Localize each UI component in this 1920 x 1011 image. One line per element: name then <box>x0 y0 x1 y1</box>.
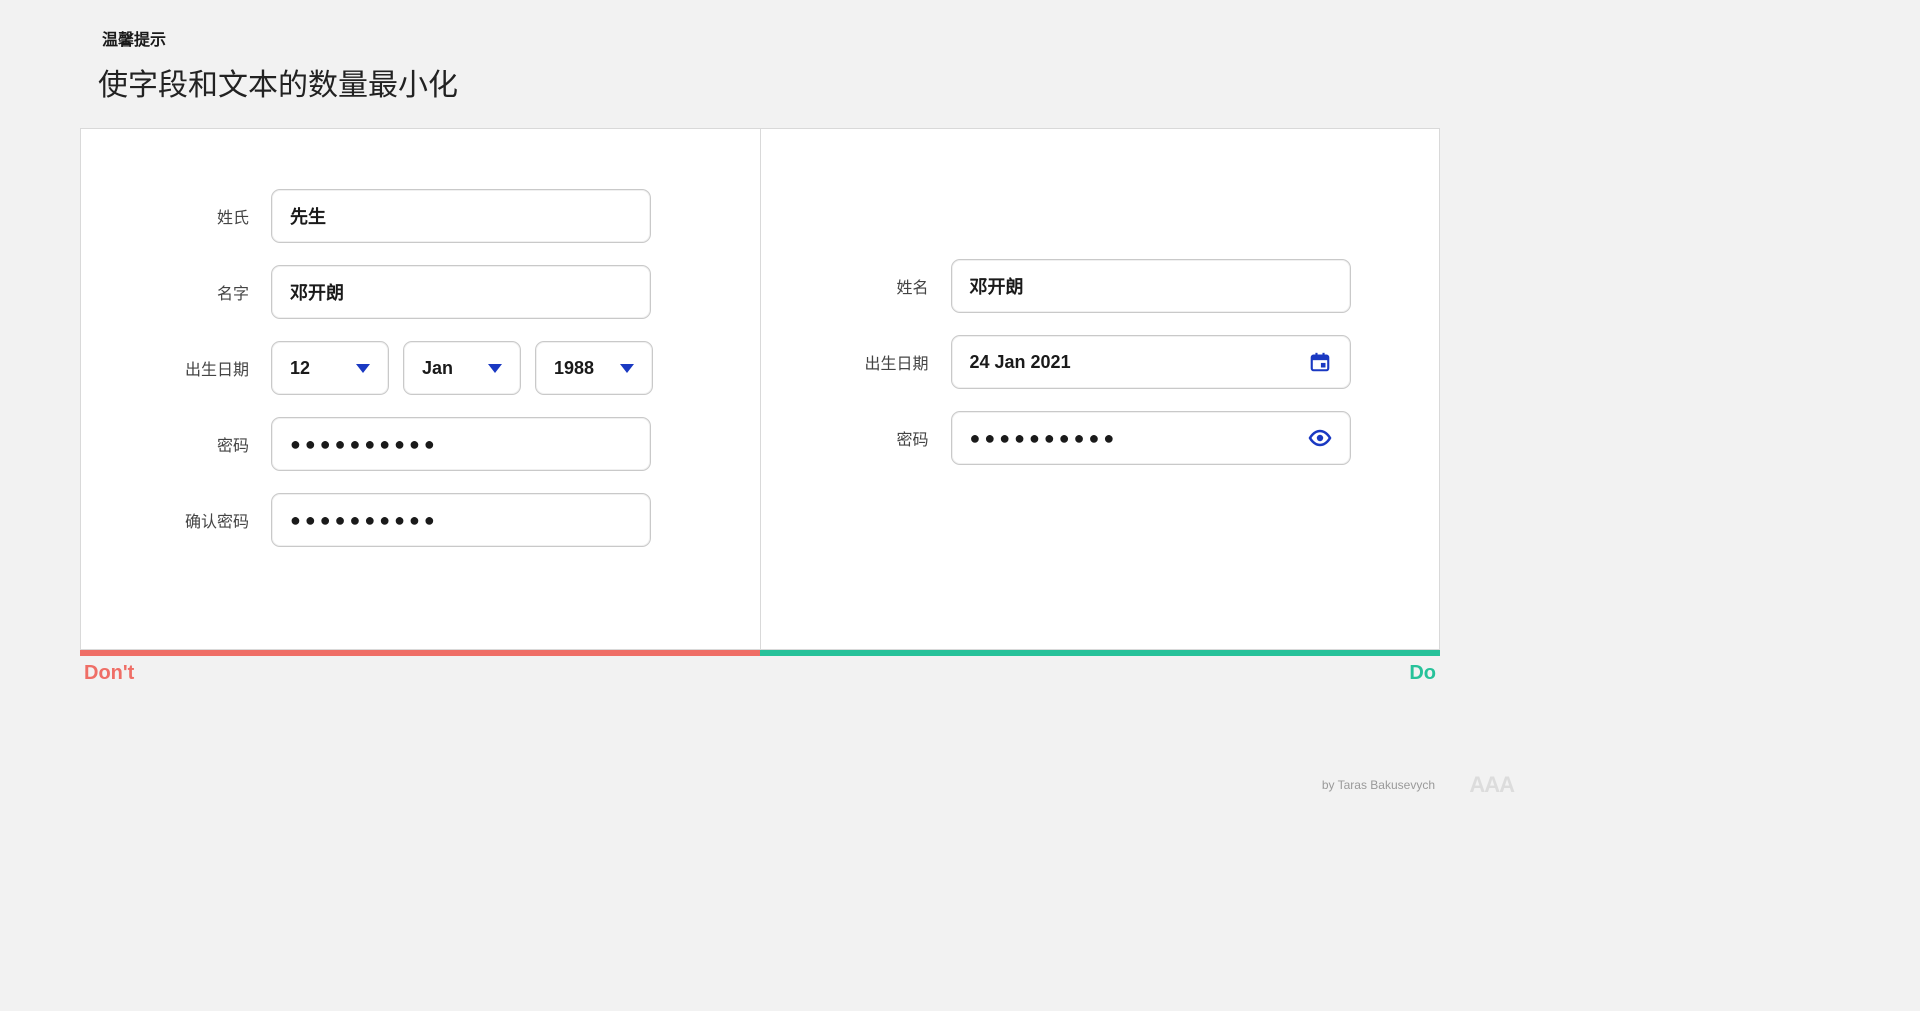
chevron-down-icon <box>620 364 634 373</box>
confirm-password-value: ●●●●●●●●●● <box>290 511 439 529</box>
password-label: 密码 <box>801 426 951 450</box>
chevron-down-icon <box>488 364 502 373</box>
watermark: AAA <box>1469 772 1514 798</box>
do-bar <box>760 650 1440 656</box>
dob-label: 出生日期 <box>121 356 271 380</box>
calendar-icon[interactable] <box>1308 350 1332 374</box>
pretitle: 温馨提示 <box>102 26 1440 50</box>
dob-month-value: Jan <box>422 358 453 379</box>
name-value: 邓开朗 <box>970 273 1024 299</box>
confirm-password-label: 确认密码 <box>121 508 271 532</box>
name-label: 姓名 <box>801 274 951 298</box>
dob-day-value: 12 <box>290 358 310 379</box>
eye-icon[interactable] <box>1308 426 1332 450</box>
dob-value: 24 Jan 2021 <box>970 352 1071 373</box>
password-input[interactable]: ●●●●●●●●●● <box>951 411 1351 465</box>
dob-year-select[interactable]: 1988 <box>535 341 653 395</box>
dont-bar <box>80 650 760 656</box>
password-input[interactable]: ●●●●●●●●●● <box>271 417 651 471</box>
page-title: 使字段和文本的数量最小化 <box>98 60 1440 104</box>
dob-month-select[interactable]: Jan <box>403 341 521 395</box>
chevron-down-icon <box>356 364 370 373</box>
password-value: ●●●●●●●●●● <box>970 429 1119 447</box>
firstname-input[interactable]: 邓开朗 <box>271 265 651 319</box>
dob-year-value: 1988 <box>554 358 594 379</box>
firstname-value: 邓开朗 <box>290 279 344 305</box>
dont-tag: Don't <box>84 662 134 685</box>
dob-day-select[interactable]: 12 <box>271 341 389 395</box>
surname-value: 先生 <box>290 203 326 229</box>
confirm-password-input[interactable]: ●●●●●●●●●● <box>271 493 651 547</box>
dob-label: 出生日期 <box>801 350 951 374</box>
do-tag: Do <box>1409 662 1436 685</box>
do-panel: 姓名 邓开朗 出生日期 24 Jan 2021 密码 ●●●●●●●●●● <box>761 129 1440 649</box>
comparison-container: 姓氏 先生 名字 邓开朗 出生日期 12 Jan <box>80 128 1440 650</box>
password-value: ●●●●●●●●●● <box>290 435 439 453</box>
surname-label: 姓氏 <box>121 204 271 228</box>
password-label: 密码 <box>121 432 271 456</box>
dont-panel: 姓氏 先生 名字 邓开朗 出生日期 12 Jan <box>81 129 761 649</box>
divider-bar <box>80 650 1440 656</box>
byline: by Taras Bakusevych <box>1322 778 1435 792</box>
surname-input[interactable]: 先生 <box>271 189 651 243</box>
name-input[interactable]: 邓开朗 <box>951 259 1351 313</box>
dob-input[interactable]: 24 Jan 2021 <box>951 335 1351 389</box>
firstname-label: 名字 <box>121 280 271 304</box>
